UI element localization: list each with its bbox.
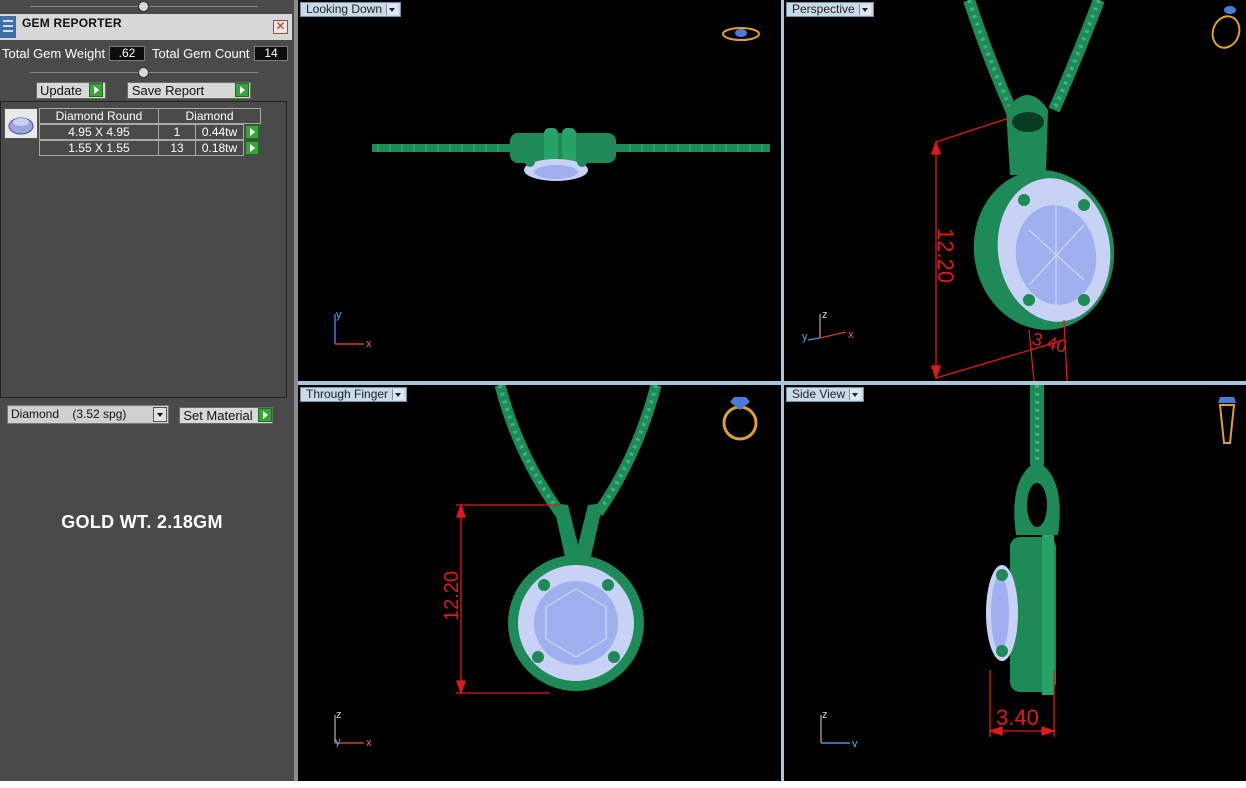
- dimension-height: 12.20: [933, 228, 958, 283]
- total-gem-count-value: 14: [254, 46, 288, 61]
- viewport-side-view[interactable]: 3.40 Side View z y: [784, 385, 1246, 781]
- axis-indicator: y x: [334, 309, 372, 348]
- axis-indicator: z y x: [334, 709, 372, 747]
- viewport-menu[interactable]: Side View: [786, 387, 865, 402]
- close-icon[interactable]: ✕: [273, 20, 288, 34]
- gem-row-go-icon[interactable]: [245, 141, 259, 155]
- axis-z-label: z: [822, 309, 828, 321]
- axis-x-label: x: [366, 338, 372, 348]
- gem-row-size[interactable]: 1.55 X 1.55: [39, 140, 159, 156]
- viewport-label: Side View: [792, 387, 846, 401]
- panel-title: GEM REPORTER: [22, 16, 122, 30]
- update-button-label: Update: [40, 83, 82, 98]
- ring-perspective-icon[interactable]: [1208, 2, 1246, 52]
- total-gem-weight-label: Total Gem Weight: [2, 46, 106, 61]
- ring-side-view-icon[interactable]: [1212, 393, 1242, 447]
- chevron-down-icon[interactable]: [386, 4, 399, 15]
- gem-row-weight[interactable]: 0.44tw: [195, 124, 244, 140]
- chevron-down-icon[interactable]: [858, 4, 871, 15]
- material-select[interactable]: Diamond (3.52 spg): [7, 405, 169, 424]
- gem-reporter-panel: GEM REPORTER ✕ Total Gem Weight .62 Tota…: [0, 0, 294, 781]
- gold-weight-note: GOLD WT. 2.18GM: [61, 512, 223, 532]
- save-report-button-label: Save Report: [131, 83, 205, 98]
- splitter-collapse-icon[interactable]: [138, 1, 149, 12]
- chevron-down-icon[interactable]: [153, 407, 167, 422]
- viewport-menu[interactable]: Looking Down: [300, 2, 402, 17]
- axis-y-label: y: [802, 331, 808, 343]
- viewport-splitter-horizontal[interactable]: [298, 381, 1246, 385]
- splitter-collapse-icon[interactable]: [138, 67, 149, 78]
- update-go-icon[interactable]: [89, 83, 103, 97]
- gem-row-count[interactable]: 1: [158, 124, 196, 140]
- viewport-perspective[interactable]: 12.20 3.40 Perspective z x y: [784, 0, 1246, 381]
- viewport-label: Perspective: [792, 2, 855, 16]
- gem-row-count[interactable]: 13: [158, 140, 196, 156]
- total-gem-count-label: Total Gem Count: [152, 46, 250, 61]
- ring-front-view-icon[interactable]: [720, 393, 760, 445]
- save-report-button[interactable]: Save Report: [127, 82, 251, 99]
- gem-table-header-shape: Diamond Round: [39, 108, 159, 124]
- dimension-height: 12.20: [441, 571, 463, 621]
- gem-reporter-icon: [0, 16, 16, 38]
- gem-row-go-icon[interactable]: [245, 125, 259, 139]
- viewport-looking-down[interactable]: Looking Down y x: [298, 0, 781, 381]
- axis-x-label: x: [848, 329, 854, 341]
- viewport-menu[interactable]: Perspective: [786, 2, 874, 17]
- set-material-go-icon[interactable]: [258, 408, 272, 422]
- gem-row-size[interactable]: 4.95 X 4.95: [39, 124, 159, 140]
- axis-y-label: y: [852, 738, 858, 747]
- gem-row-weight[interactable]: 0.18tw: [195, 140, 244, 156]
- chevron-down-icon[interactable]: [392, 389, 405, 400]
- diamond-round-thumbnail[interactable]: [4, 108, 38, 139]
- dimension-depth: 3.40: [1030, 329, 1069, 357]
- axis-indicator: z x y: [802, 309, 854, 343]
- save-report-go-icon[interactable]: [235, 83, 249, 97]
- bottom-frame: [298, 781, 1246, 788]
- axis-z-label: z: [822, 709, 828, 721]
- viewport-label: Looking Down: [306, 2, 383, 16]
- gem-table-header-material: Diamond: [158, 108, 261, 124]
- viewport-splitter-vertical[interactable]: [781, 0, 784, 781]
- axis-y-label: y: [335, 736, 341, 747]
- axis-indicator: z y: [820, 709, 858, 747]
- dimension-depth: 3.40: [996, 705, 1039, 730]
- axis-y-label: y: [336, 309, 342, 321]
- chevron-down-icon[interactable]: [849, 389, 862, 400]
- axis-z-label: z: [336, 709, 342, 721]
- axis-x-label: x: [366, 737, 372, 747]
- ring-top-view-icon[interactable]: [720, 22, 762, 46]
- set-material-button-label: Set Material: [183, 408, 253, 423]
- total-gem-weight-value: .62: [109, 46, 145, 61]
- viewport-label: Through Finger: [306, 387, 389, 401]
- viewport-through-finger[interactable]: 12.20 Through Finger z y x: [298, 385, 781, 781]
- material-select-value: Diamond (3.52 spg): [11, 407, 127, 421]
- viewport-menu[interactable]: Through Finger: [300, 387, 408, 402]
